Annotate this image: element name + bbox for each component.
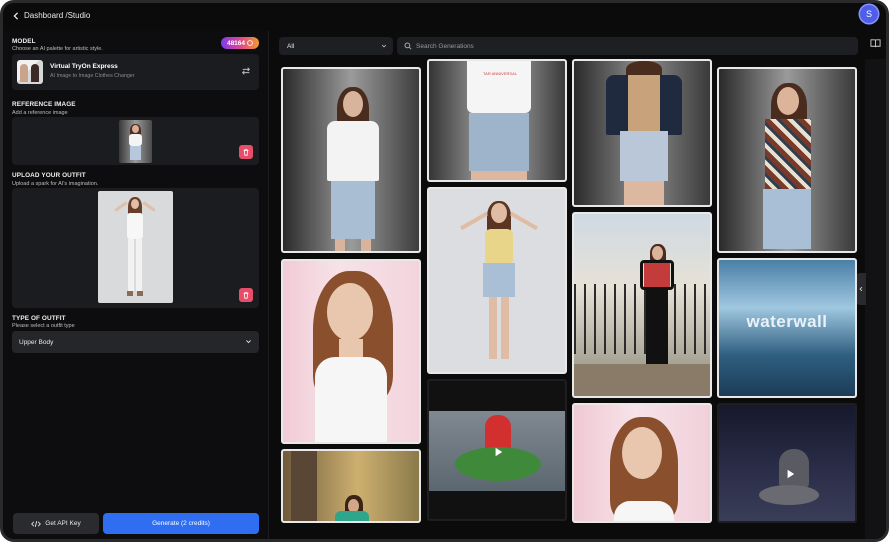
outfit-subtitle: Upload a spark for AI's imagination.	[12, 181, 99, 187]
swap-icon[interactable]	[241, 66, 251, 76]
breadcrumb[interactable]: Dashboard /Studio	[12, 11, 90, 20]
avatar[interactable]: S	[860, 5, 878, 23]
gallery-item[interactable]: TAR ANNIVERSAL	[427, 59, 567, 182]
delete-outfit-button[interactable]	[239, 288, 253, 302]
breadcrumb-text: Dashboard /Studio	[24, 11, 91, 20]
gallery-item[interactable]: waterwall	[717, 258, 857, 398]
top-bar: Dashboard /Studio S	[3, 3, 886, 31]
chevron-left-icon	[13, 11, 19, 20]
outfit-image	[98, 191, 173, 303]
gallery-item[interactable]	[281, 449, 421, 523]
search-icon	[404, 42, 412, 50]
gallery-item[interactable]	[572, 59, 712, 207]
model-title: MODEL	[12, 38, 36, 45]
get-api-key-button[interactable]: Get API Key	[13, 513, 99, 534]
video-item[interactable]	[427, 379, 567, 521]
play-icon	[787, 469, 795, 479]
gallery-item[interactable]	[427, 187, 567, 374]
video-item[interactable]	[717, 403, 857, 523]
type-subtitle: Please select a outfit type	[12, 323, 75, 329]
gallery-item[interactable]	[281, 67, 421, 253]
search-placeholder: Search Generations	[416, 42, 474, 50]
model-name: Virtual TryOn Express	[50, 63, 118, 70]
play-button[interactable]	[489, 443, 507, 461]
model-selector[interactable]: Virtual TryOn Express AI Image to Image …	[12, 54, 259, 90]
credits-badge[interactable]: 48164	[221, 37, 259, 49]
left-panel: MODEL Choose an AI palette for artistic …	[3, 31, 269, 539]
trash-icon	[243, 292, 249, 299]
book-icon[interactable]	[870, 38, 881, 49]
type-title: TYPE OF OUTFIT	[12, 315, 66, 322]
trash-icon	[243, 149, 249, 156]
reference-dropzone[interactable]	[12, 117, 259, 165]
model-thumbnail	[17, 60, 43, 84]
filter-value: All	[287, 42, 295, 50]
generate-button[interactable]: Generate (2 credits)	[103, 513, 259, 534]
outfit-type-select[interactable]: Upper Body	[12, 331, 259, 353]
reference-title: REFERENCE IMAGE	[12, 101, 76, 108]
gallery-item[interactable]	[572, 212, 712, 398]
code-icon	[31, 520, 42, 527]
api-key-label: Get API Key	[45, 520, 81, 527]
outfit-title: UPLOAD YOUR OUTFIT	[12, 172, 86, 179]
model-subtitle: Choose an AI palette for artistic style.	[12, 46, 103, 52]
reference-image	[119, 120, 152, 163]
search-input[interactable]: Search Generations	[397, 37, 858, 55]
outfit-type-value: Upper Body	[19, 338, 54, 346]
coin-icon	[247, 40, 253, 46]
shirt-print: TAR ANNIVERSAL	[483, 71, 517, 76]
chevron-down-icon	[246, 340, 251, 344]
app-window: Dashboard /Studio S MODEL Choose an AI p…	[0, 0, 889, 542]
gallery-item[interactable]	[281, 259, 421, 444]
delete-reference-button[interactable]	[239, 145, 253, 159]
chevron-left-icon	[859, 286, 863, 292]
outfit-dropzone[interactable]	[12, 188, 259, 308]
chevron-down-icon	[381, 44, 387, 48]
play-icon	[495, 447, 503, 457]
reference-subtitle: Add a reference image	[12, 110, 68, 116]
right-rail	[865, 59, 886, 539]
play-button[interactable]	[781, 465, 799, 483]
credits-count: 48164	[226, 39, 246, 47]
gallery-item[interactable]	[717, 67, 857, 253]
gallery-item[interactable]	[572, 403, 712, 523]
model-description: AI Image to Image Clothes Changer	[50, 73, 135, 79]
filter-select[interactable]: All	[279, 37, 393, 55]
waterwall-text: waterwall	[746, 312, 828, 331]
collapse-handle[interactable]	[856, 273, 866, 305]
